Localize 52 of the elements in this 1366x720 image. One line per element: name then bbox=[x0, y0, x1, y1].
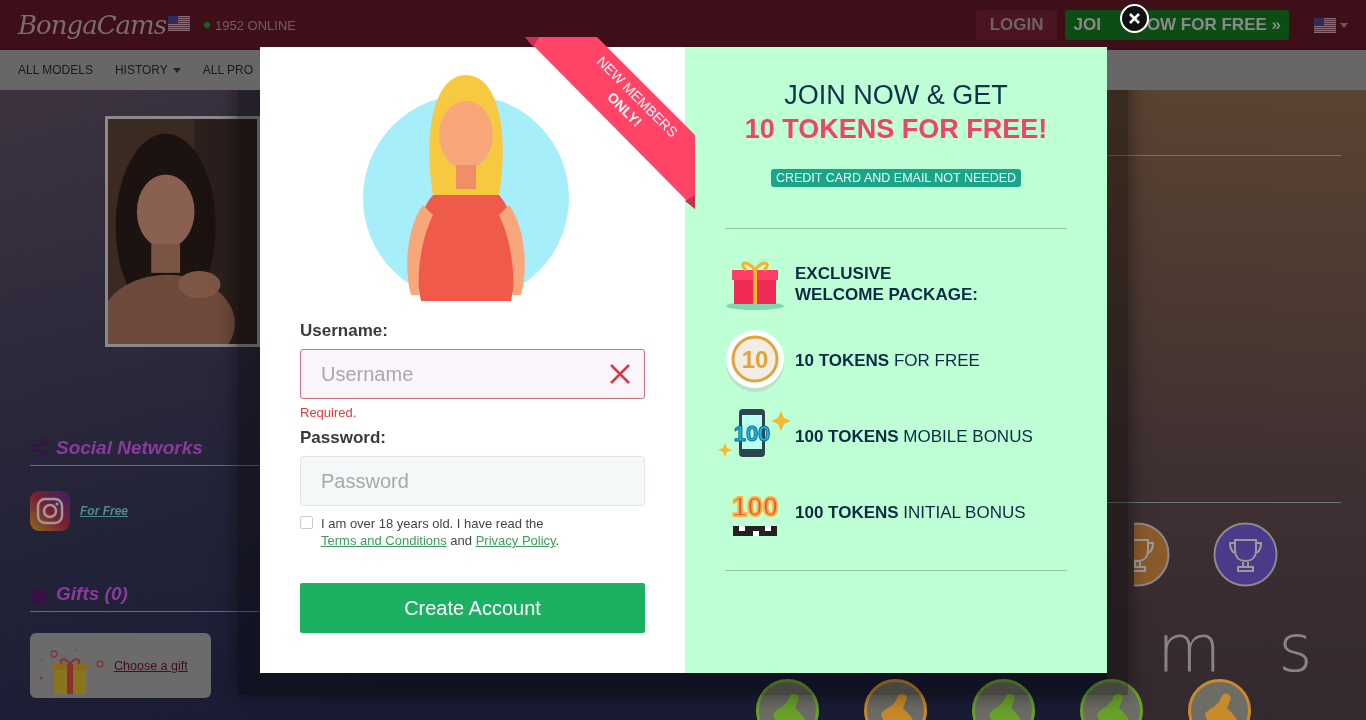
agree-checkbox[interactable] bbox=[300, 516, 313, 529]
error-icon bbox=[609, 363, 631, 385]
camera-icon[interactable] bbox=[30, 491, 70, 531]
policy-link[interactable]: Privacy Policy bbox=[475, 533, 556, 548]
gift-card[interactable]: Choose a gift bbox=[30, 633, 211, 698]
caret-icon bbox=[172, 67, 181, 73]
perk-text: 100 TOKENS MOBILE BONUS bbox=[795, 425, 1033, 447]
section-title: Social Networks bbox=[56, 437, 203, 459]
flag-icon bbox=[1314, 17, 1336, 33]
badge-icon bbox=[1187, 678, 1252, 720]
badge-icon bbox=[971, 678, 1036, 720]
login-button[interactable]: LOGIN bbox=[975, 10, 1058, 40]
perk-text: EXCLUSIVE bbox=[795, 263, 893, 284]
section-title: Gifts (0) bbox=[56, 583, 128, 605]
flag-icon bbox=[168, 15, 191, 31]
badge-icon bbox=[755, 678, 820, 720]
nav-item[interactable]: ALL PRO bbox=[202, 63, 254, 77]
badge-icon bbox=[1079, 678, 1144, 720]
social-link[interactable]: For Free bbox=[80, 504, 128, 518]
icon-number: 10 bbox=[741, 346, 769, 373]
gift-icon bbox=[30, 584, 48, 604]
trophy-icon bbox=[1134, 522, 1170, 587]
password-field[interactable]: Password bbox=[300, 456, 645, 506]
language-button[interactable] bbox=[1314, 17, 1348, 33]
policy-link[interactable]: Terms and Conditions bbox=[321, 533, 447, 548]
close-icon bbox=[1129, 13, 1140, 24]
promo-note: CREDIT CARD AND EMAIL NOT NEEDED bbox=[770, 169, 1022, 187]
create-account-button[interactable]: Create Account bbox=[300, 583, 645, 633]
perk-text: 100 TOKENS INITIAL BONUS bbox=[795, 501, 1026, 523]
error-message: Required. bbox=[300, 405, 358, 420]
agreement-text: I am over 18 years old. I have read the Terms and Conditions and Privacy Policy. bbox=[321, 515, 561, 549]
gift-link[interactable]: Choose a gift bbox=[114, 658, 188, 673]
caret-icon bbox=[1340, 22, 1348, 28]
wordmark: m s bbox=[1157, 622, 1331, 676]
promo-headline: JOIN NOW & GET bbox=[784, 80, 1008, 111]
icon-number: 100 bbox=[731, 491, 779, 522]
promo-highlight: 10 TOKENS FOR FREE! bbox=[744, 114, 1048, 145]
checkered-base bbox=[733, 526, 777, 536]
field-label: Password: bbox=[300, 428, 387, 448]
nav-item[interactable]: ALL MODELS bbox=[18, 63, 93, 77]
perk-text: 10 TOKENS FOR FREE bbox=[795, 349, 980, 371]
share-icon bbox=[30, 439, 48, 457]
nav-item[interactable]: HISTORY bbox=[114, 63, 181, 77]
logo[interactable]: BongaCams bbox=[18, 10, 167, 40]
badge-icon bbox=[863, 678, 928, 720]
trophy-icon bbox=[1213, 522, 1278, 587]
online-dot bbox=[204, 22, 211, 28]
perk-text: WELCOME PACKAGE: bbox=[795, 284, 978, 305]
username-field[interactable]: Username bbox=[300, 349, 645, 399]
field-label: Username: bbox=[300, 321, 389, 341]
online-count: 1952 ONLINE bbox=[215, 17, 296, 33]
join-button[interactable]: JOI OW FOR FREE » bbox=[1065, 10, 1289, 40]
